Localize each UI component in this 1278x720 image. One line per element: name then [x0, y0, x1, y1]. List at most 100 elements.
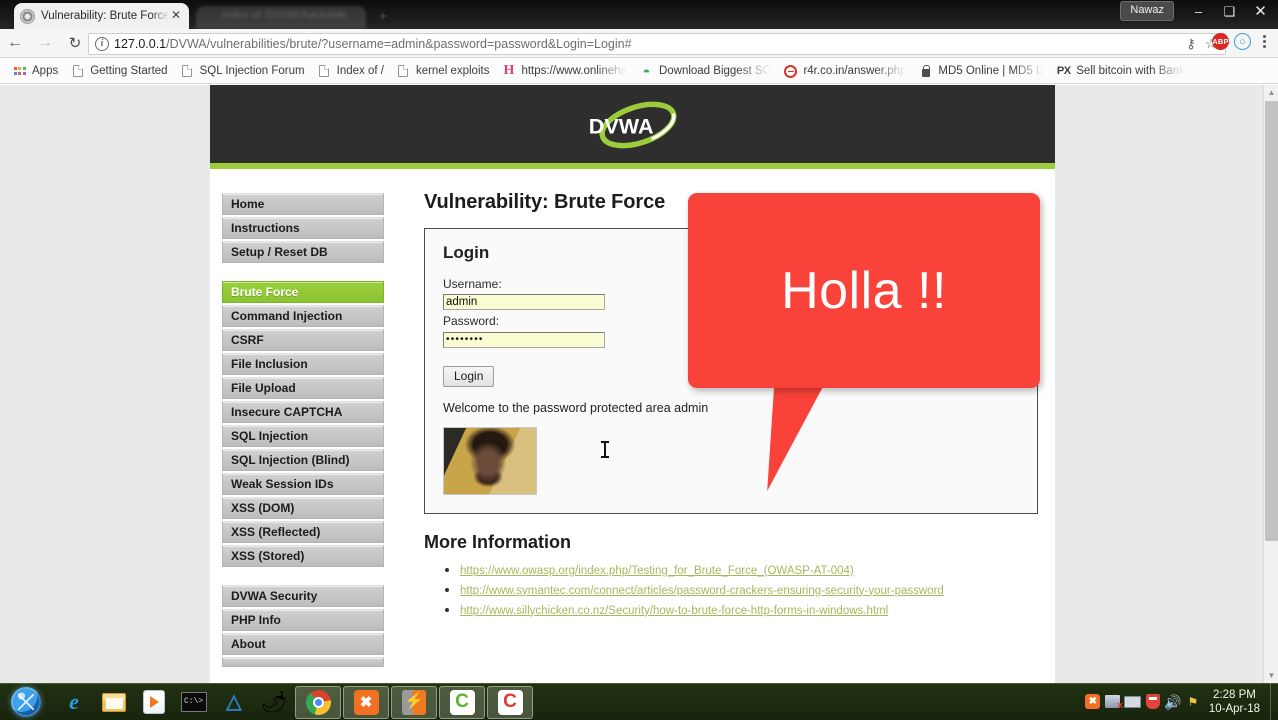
new-tab-button[interactable]: +	[372, 9, 394, 25]
sidebar-item-brute-force[interactable]: Brute Force	[222, 281, 384, 303]
tab-vulnerability-brute-force[interactable]: Vulnerability: Brute Force ✕	[14, 3, 189, 29]
sidebar-item-xss-dom[interactable]: XSS (DOM)	[222, 497, 384, 519]
sidebar-item-php-info[interactable]: PHP Info	[222, 609, 384, 631]
password-key-icon[interactable]: ⚷	[1181, 35, 1201, 53]
firefox-icon[interactable]: 🌶	[254, 685, 294, 720]
bookmark-label: Sell bitcoin with Bank	[1076, 65, 1185, 77]
bookmark-index-of[interactable]: Index of /	[313, 59, 392, 83]
bookmark-label: SQL Injection Forum	[199, 65, 305, 77]
extension-icon[interactable]: ○	[1234, 33, 1251, 50]
windows-media-player-icon[interactable]	[134, 685, 174, 720]
bookmark-r4r-answer[interactable]: r4r.co.in/answer.php	[779, 59, 914, 83]
command-prompt-icon[interactable]: C:\>	[174, 685, 214, 720]
owasp-zap-icon[interactable]: ⚡	[391, 685, 437, 719]
lock-icon	[918, 64, 933, 77]
globe-favicon-icon	[20, 8, 35, 24]
username-input[interactable]	[443, 294, 605, 310]
more-info-link-owasp[interactable]: https://www.owasp.org/index.php/Testing_…	[460, 565, 854, 577]
sidebar-item-weak-session-ids[interactable]: Weak Session IDs	[222, 473, 384, 495]
forward-icon[interactable]: →	[30, 29, 60, 58]
taskbar-clock[interactable]: 2:28 PM 10-Apr-18	[1203, 688, 1270, 716]
address-bar[interactable]: i 127.0.0.1/DVWA/vulnerabilities/brute/?…	[88, 33, 1226, 55]
sidebar-item-sql-injection[interactable]: SQL Injection	[222, 425, 384, 447]
reload-icon[interactable]: ↻	[60, 29, 90, 58]
xampp-control-panel-icon[interactable]: ✖	[343, 685, 389, 719]
sidebar-item-instructions[interactable]: Instructions	[222, 217, 384, 239]
bookmark-kernel-exploits[interactable]: kernel exploits	[392, 59, 498, 83]
monitor-icon[interactable]	[1123, 683, 1143, 720]
volume-icon[interactable]: 🔊	[1163, 683, 1183, 720]
site-info-icon[interactable]: i	[95, 37, 109, 51]
bookmark-label: https://www.onlineha	[521, 65, 627, 77]
more-information-heading: More Information	[424, 531, 571, 552]
internet-explorer-icon[interactable]: e	[54, 685, 94, 720]
bookmark-apps[interactable]: Apps	[8, 59, 66, 83]
ossec-agent-icon[interactable]: △	[214, 685, 254, 720]
login-submit-button[interactable]: Login	[443, 365, 495, 387]
scroll-down-icon[interactable]: ▼	[1264, 668, 1278, 683]
sidebar-item-about[interactable]: About	[222, 633, 384, 655]
bookmark-sell-bitcoin[interactable]: PX Sell bitcoin with Bank	[1052, 59, 1193, 83]
callout-text: Holla !!	[781, 261, 947, 320]
page-icon	[180, 65, 195, 77]
ccleaner-red-icon[interactable]: C	[487, 685, 533, 719]
sidebar-item-clipped[interactable]	[222, 657, 384, 667]
minimize-icon[interactable]: –	[1183, 0, 1214, 22]
scrollbar-thumb[interactable]	[1265, 101, 1278, 541]
sidebar-item-file-upload[interactable]: File Upload	[222, 377, 384, 399]
url-host: 127.0.0.1	[114, 37, 167, 51]
bookmark-md5-online[interactable]: MD5 Online | MD5 D	[914, 59, 1052, 83]
bookmark-download-biggest[interactable]: ◓ Download Biggest SO	[635, 59, 780, 83]
page-icon	[396, 65, 411, 77]
sidebar-item-setup-reset-db[interactable]: Setup / Reset DB	[222, 241, 384, 263]
sidebar-item-insecure-captcha[interactable]: Insecure CAPTCHA	[222, 401, 384, 423]
more-info-link-sillychicken[interactable]: http://www.sillychicken.co.nz/Security/h…	[460, 605, 888, 617]
sidebar-group-vulnerabilities: Brute Force Command Injection CSRF File …	[222, 281, 384, 567]
page-scrollbar[interactable]: ▲ ▼	[1263, 85, 1278, 683]
ccleaner-icon[interactable]: C	[439, 685, 485, 719]
kebab-menu-icon[interactable]	[1256, 35, 1272, 48]
sidebar-item-csrf[interactable]: CSRF	[222, 329, 384, 351]
sidebar-item-xss-reflected[interactable]: XSS (Reflected)	[222, 521, 384, 543]
svg-text:DVWA: DVWA	[589, 113, 654, 138]
password-input[interactable]	[443, 331, 605, 348]
maximize-icon[interactable]: ❑	[1214, 0, 1245, 22]
google-chrome-icon[interactable]	[295, 685, 341, 719]
chrome-browser-window: Vulnerability: Brute Force ✕ Index of /D…	[0, 0, 1278, 683]
sidebar-group-general: Home Instructions Setup / Reset DB	[222, 193, 384, 263]
action-center-flag-icon[interactable]: ⚑	[1183, 683, 1203, 720]
sidebar-item-dvwa-security[interactable]: DVWA Security	[222, 585, 384, 607]
window-close-icon[interactable]: ✕	[1245, 0, 1276, 22]
system-tray: ✖ 🔊 ⚑ 2:28 PM 10-Apr-18	[1083, 683, 1278, 720]
sidebar-item-sql-injection-blind[interactable]: SQL Injection (Blind)	[222, 449, 384, 471]
sidebar-item-command-injection[interactable]: Command Injection	[222, 305, 384, 327]
page-icon	[70, 65, 85, 77]
show-desktop-button[interactable]	[1270, 683, 1278, 720]
bookmark-onlinehashcrack[interactable]: H https://www.onlineha	[497, 59, 634, 83]
bookmark-label: Download Biggest SO	[658, 65, 772, 77]
network-disconnected-icon[interactable]	[1103, 683, 1123, 720]
sidebar-item-home[interactable]: Home	[222, 193, 384, 215]
adblock-plus-icon[interactable]: ABP	[1212, 33, 1229, 50]
scroll-up-icon[interactable]: ▲	[1264, 85, 1278, 100]
windows-taskbar: e C:\> △ 🌶 ✖ ⚡ C C ✖ 🔊 ⚑ 2:28 PM 10-Apr-…	[0, 683, 1278, 720]
xampp-tray-icon[interactable]: ✖	[1083, 683, 1103, 720]
clock-time: 2:28 PM	[1213, 688, 1256, 701]
more-info-link-symantec[interactable]: http://www.symantec.com/connect/articles…	[460, 585, 944, 597]
tab-title: Vulnerability: Brute Force	[41, 10, 169, 22]
sidebar-item-file-inclusion[interactable]: File Inclusion	[222, 353, 384, 375]
file-explorer-icon[interactable]	[94, 685, 134, 720]
sidebar-item-xss-stored[interactable]: XSS (Stored)	[222, 545, 384, 567]
annotation-callout: Holla !!	[688, 193, 1040, 491]
antivirus-shield-icon[interactable]	[1143, 683, 1163, 720]
page-viewport: DVWA Home Instructions Setup / Reset DB …	[0, 85, 1278, 683]
close-icon[interactable]: ✕	[169, 9, 183, 23]
start-button[interactable]	[4, 685, 48, 720]
window-controls: – ❑ ✕	[1183, 0, 1276, 22]
list-item: http://www.symantec.com/connect/articles…	[460, 581, 1038, 599]
profile-user-chip[interactable]: Nawaz	[1120, 1, 1174, 21]
back-icon[interactable]: ←	[0, 29, 30, 58]
bookmark-sql-injection-forum[interactable]: SQL Injection Forum	[176, 59, 313, 83]
no-entry-icon	[783, 64, 798, 78]
bookmark-getting-started[interactable]: Getting Started	[66, 59, 175, 83]
